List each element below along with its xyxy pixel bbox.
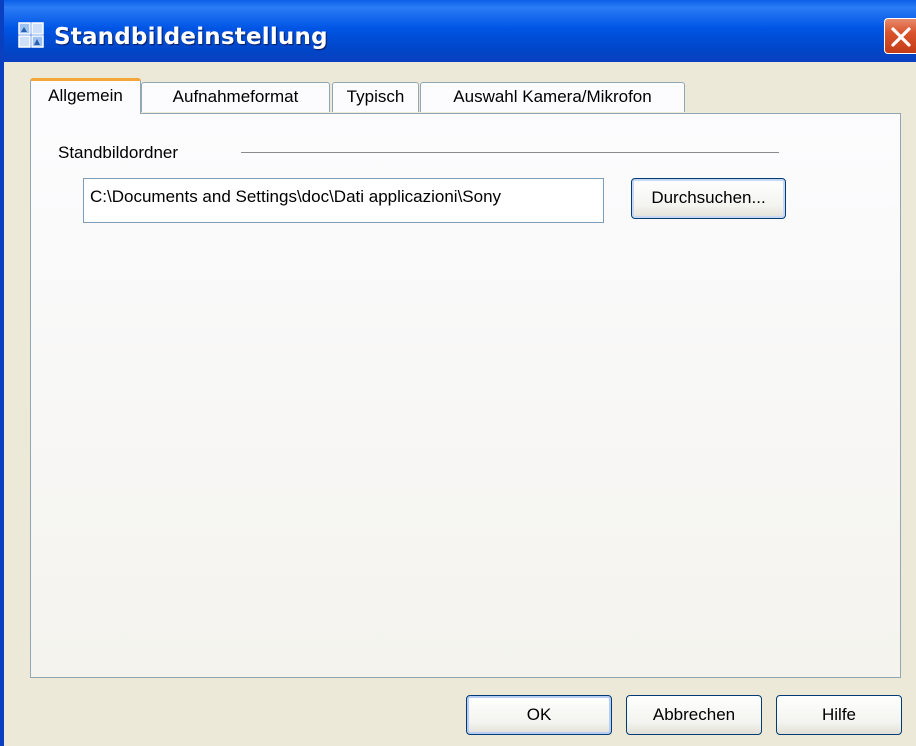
browse-button[interactable]: Durchsuchen... — [631, 178, 786, 219]
close-button[interactable] — [884, 18, 916, 54]
dialog-window: Standbildeinstellung Allgemein Aufnahmef… — [0, 0, 916, 746]
tab-auswahl-kamera-mikrofon[interactable]: Auswahl Kamera/Mikrofon — [420, 82, 685, 112]
cancel-button[interactable]: Abbrechen — [626, 695, 762, 735]
group-divider — [241, 152, 779, 153]
window-title: Standbildeinstellung — [54, 24, 328, 50]
tab-panel-allgemein: Standbildordner C:\Documents and Setting… — [30, 113, 901, 678]
title-bar[interactable]: Standbildeinstellung — [4, 0, 916, 62]
tab-aufnahmeformat[interactable]: Aufnahmeformat — [141, 82, 330, 112]
help-button[interactable]: Hilfe — [776, 695, 902, 735]
folder-path-field[interactable]: C:\Documents and Settings\doc\Dati appli… — [83, 178, 604, 223]
tab-typisch[interactable]: Typisch — [332, 82, 419, 112]
ok-button[interactable]: OK — [466, 695, 612, 735]
app-icon — [18, 22, 44, 48]
folder-group-label: Standbildordner — [58, 143, 179, 162]
tab-allgemein[interactable]: Allgemein — [30, 78, 141, 114]
close-icon — [891, 27, 911, 47]
